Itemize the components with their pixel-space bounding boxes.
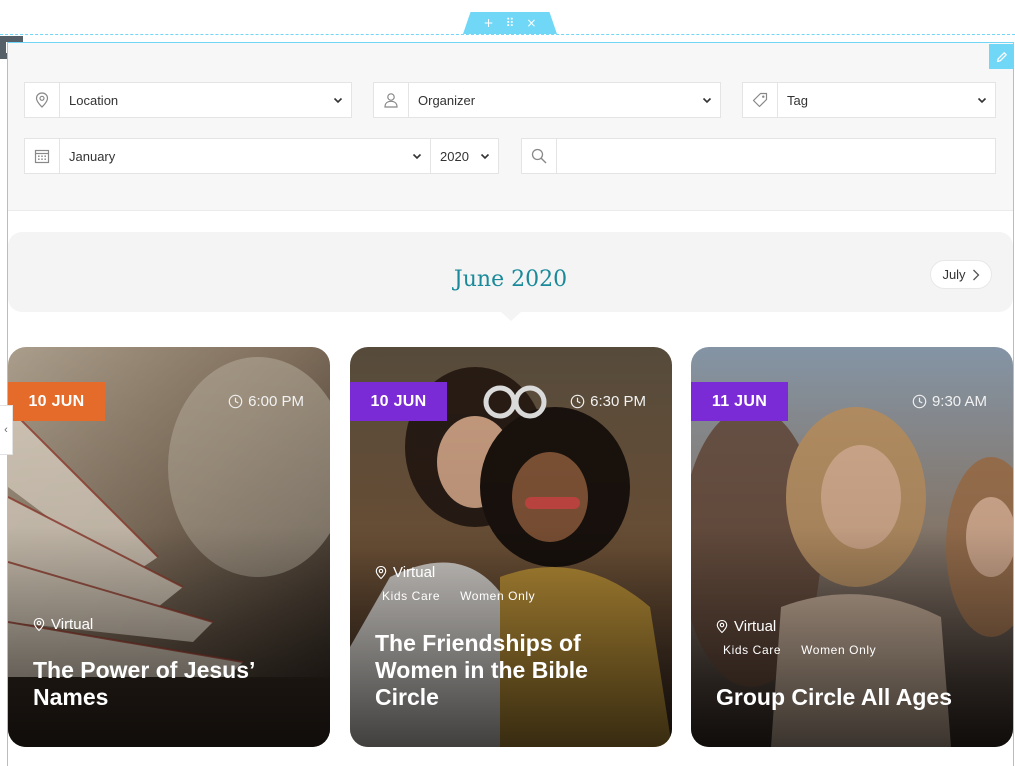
event-time: 9:30 AM bbox=[912, 393, 987, 410]
search-icon bbox=[522, 139, 557, 173]
event-title-line: Women in the Bible bbox=[375, 657, 588, 683]
chevron-right-icon bbox=[972, 269, 979, 280]
section-dash-line bbox=[0, 34, 1015, 35]
map-pin-icon bbox=[25, 83, 60, 117]
user-icon bbox=[374, 83, 409, 117]
month-select-value: January bbox=[69, 148, 116, 164]
event-title[interactable]: The Power of Jesus’ Names bbox=[33, 657, 310, 711]
event-title-line: Group Circle All Ages bbox=[716, 684, 953, 710]
event-card[interactable]: 11 JUN 9:30 AM Virtual Kids Care Women O… bbox=[691, 347, 1013, 747]
tag-icon bbox=[743, 83, 778, 117]
event-date-badge: 10 JUN bbox=[350, 382, 447, 421]
event-date-badge: 11 JUN bbox=[691, 382, 788, 421]
add-section-icon[interactable]: + bbox=[484, 12, 494, 34]
event-title-line: The Power of Jesus’ bbox=[33, 657, 256, 683]
event-location: Virtual bbox=[716, 618, 776, 635]
event-title[interactable]: Group Circle All Ages bbox=[716, 684, 993, 711]
edit-pencil-icon[interactable] bbox=[989, 44, 1014, 69]
event-time: 6:00 PM bbox=[228, 393, 304, 410]
event-tag[interactable]: Women Only bbox=[460, 589, 535, 603]
map-pin-icon bbox=[375, 565, 387, 580]
calendar-icon bbox=[25, 139, 60, 173]
year-select-value: 2020 bbox=[440, 148, 469, 164]
month-title: June 2020 bbox=[453, 267, 568, 292]
event-title-line: Circle bbox=[375, 684, 439, 710]
organizer-select-value: Organizer bbox=[418, 92, 476, 108]
event-card[interactable]: 10 JUN 6:00 PM Virtual The Power of Jesu… bbox=[8, 347, 330, 747]
section-handle[interactable]: + ⠿ × bbox=[463, 12, 557, 34]
next-month-button[interactable]: July bbox=[930, 260, 992, 289]
month-header-pointer bbox=[501, 312, 521, 321]
event-time-label: 9:30 AM bbox=[931, 393, 987, 410]
event-title-line: Names bbox=[33, 684, 109, 710]
clock-icon bbox=[912, 394, 927, 409]
location-filter[interactable]: Location bbox=[24, 82, 352, 118]
event-tags: Kids Care Women Only bbox=[382, 589, 535, 603]
event-time-label: 6:00 PM bbox=[248, 393, 304, 410]
event-title-line: The Friendships of bbox=[375, 630, 581, 656]
date-filter[interactable]: January 2020 bbox=[24, 138, 499, 174]
event-tags: Kids Care Women Only bbox=[723, 643, 876, 657]
chevron-down-icon bbox=[333, 97, 343, 104]
clock-icon bbox=[570, 394, 585, 409]
event-time-label: 6:30 PM bbox=[590, 393, 646, 410]
close-section-icon[interactable]: × bbox=[526, 12, 536, 34]
organizer-select[interactable]: Organizer bbox=[409, 83, 720, 117]
event-card[interactable]: 10 JUN 6:30 PM Virtual Kids Care Women O… bbox=[350, 347, 672, 747]
chevron-down-icon bbox=[702, 97, 712, 104]
event-date-badge: 10 JUN bbox=[8, 382, 105, 421]
month-select[interactable]: January bbox=[60, 139, 430, 173]
event-tag[interactable]: Women Only bbox=[801, 643, 876, 657]
map-pin-icon bbox=[33, 617, 45, 632]
tag-filter[interactable]: Tag bbox=[742, 82, 996, 118]
drag-section-icon[interactable]: ⠿ bbox=[506, 12, 515, 34]
chevron-down-icon bbox=[412, 153, 422, 160]
year-select[interactable]: 2020 bbox=[430, 139, 498, 173]
page-root: + ⠿ × Location Organizer Tag January 202… bbox=[0, 0, 1015, 766]
search-filter[interactable] bbox=[521, 138, 996, 174]
filter-panel: Location Organizer Tag January 2020 bbox=[8, 43, 1013, 211]
map-pin-icon bbox=[716, 619, 728, 634]
location-select[interactable]: Location bbox=[60, 83, 351, 117]
search-input[interactable] bbox=[557, 139, 995, 173]
location-select-value: Location bbox=[69, 92, 119, 108]
panel-toggle-icon[interactable]: ‹ bbox=[0, 405, 13, 455]
event-title[interactable]: The Friendships of Women in the Bible Ci… bbox=[375, 630, 652, 711]
chevron-down-icon bbox=[480, 153, 490, 160]
event-location-label: Virtual bbox=[734, 618, 777, 635]
next-month-label: July bbox=[942, 267, 966, 282]
event-location: Virtual bbox=[33, 616, 93, 633]
event-tag[interactable]: Kids Care bbox=[723, 643, 781, 657]
panel-toggle-glyph: ‹ bbox=[4, 424, 8, 436]
tag-select-value: Tag bbox=[787, 92, 808, 108]
event-location-label: Virtual bbox=[393, 564, 436, 581]
event-tag[interactable]: Kids Care bbox=[382, 589, 440, 603]
month-header: June 2020 bbox=[8, 232, 1013, 312]
chevron-down-icon bbox=[977, 97, 987, 104]
event-time: 6:30 PM bbox=[570, 393, 646, 410]
organizer-filter[interactable]: Organizer bbox=[373, 82, 721, 118]
event-location: Virtual bbox=[375, 564, 435, 581]
clock-icon bbox=[228, 394, 243, 409]
event-location-label: Virtual bbox=[51, 616, 94, 633]
tag-select[interactable]: Tag bbox=[778, 83, 995, 117]
